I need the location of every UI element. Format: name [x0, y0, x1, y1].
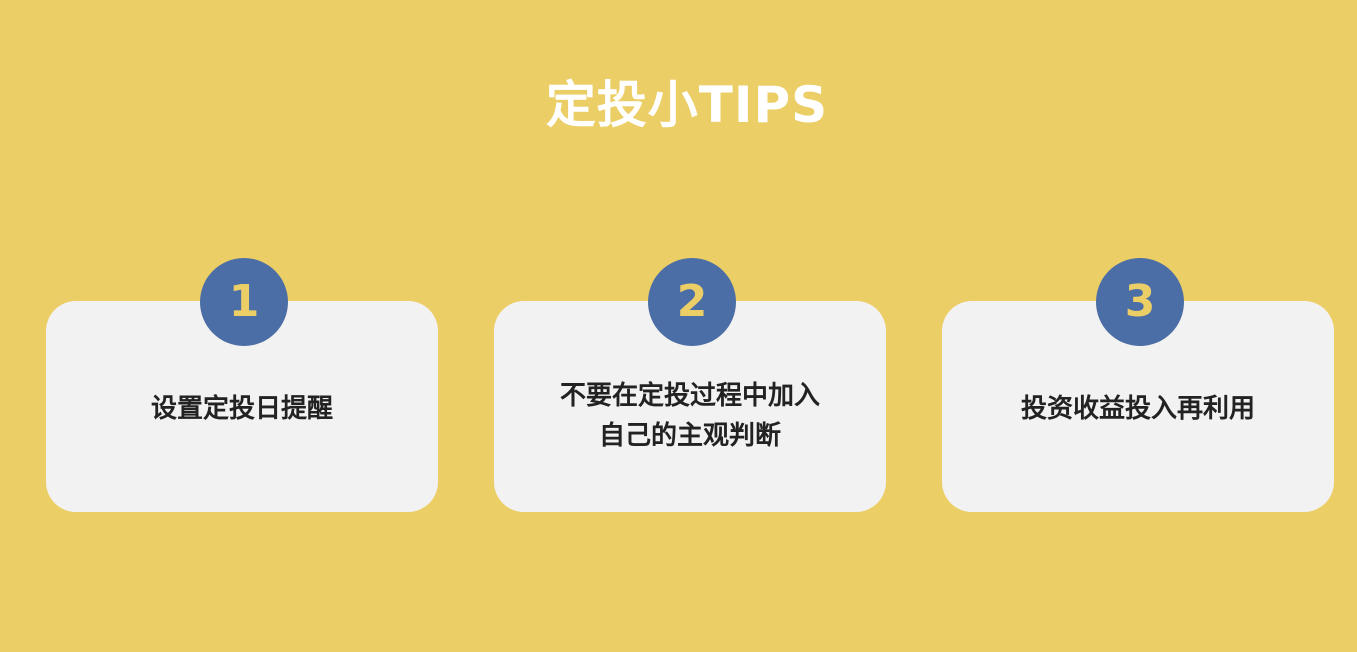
tip-text-line: 不要在定投过程中加入: [559, 381, 820, 411]
tip-text: 不要在定投过程中加入 自己的主观判断: [494, 376, 886, 456]
tip-number-badge: 2: [648, 258, 736, 346]
tip-text-line: 自己的主观判断: [598, 421, 781, 451]
slide: 定投小TIPS 设置定投日提醒 1 不要在定投过程中加入 自己的主观判断 2 投…: [0, 0, 1357, 652]
tip-text-line: 设置定投日提醒: [150, 394, 333, 424]
tip-text: 设置定投日提醒: [46, 389, 438, 429]
tip-text-line: 投资收益投入再利用: [1020, 394, 1255, 424]
page-title: 定投小TIPS: [545, 76, 829, 134]
tip-text: 投资收益投入再利用: [942, 389, 1334, 429]
tip-number-badge: 3: [1096, 258, 1184, 346]
tip-number-badge: 1: [200, 258, 288, 346]
